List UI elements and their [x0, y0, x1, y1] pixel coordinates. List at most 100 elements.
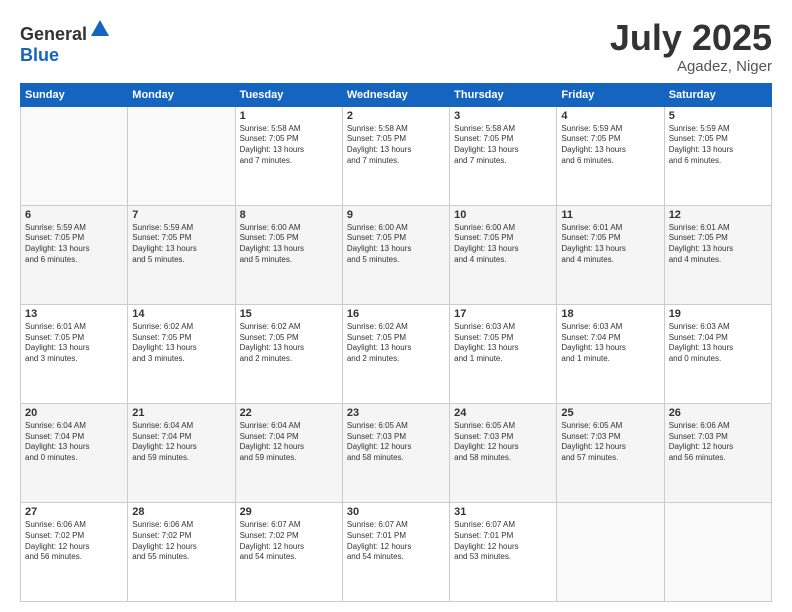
cell-text: Sunrise: 6:01 AM Sunset: 7:05 PM Dayligh… [561, 223, 659, 266]
calendar-table: Sunday Monday Tuesday Wednesday Thursday… [20, 83, 772, 602]
table-row: 4 Sunrise: 5:59 AM Sunset: 7:05 PM Daylig… [557, 106, 664, 205]
table-row: 27 Sunrise: 6:06 AM Sunset: 7:02 PM Dayli… [21, 502, 128, 601]
col-tuesday: Tuesday [235, 83, 342, 106]
day-number: 2 [347, 110, 445, 122]
cell-text: Sunrise: 6:00 AM Sunset: 7:05 PM Dayligh… [240, 223, 338, 266]
cell-text: Sunrise: 6:02 AM Sunset: 7:05 PM Dayligh… [240, 322, 338, 365]
table-row: 24 Sunrise: 6:05 AM Sunset: 7:03 PM Dayli… [450, 403, 557, 502]
cell-text: Sunrise: 5:58 AM Sunset: 7:05 PM Dayligh… [240, 124, 338, 167]
day-number: 27 [25, 506, 123, 518]
calendar-header-row: Sunday Monday Tuesday Wednesday Thursday… [21, 83, 772, 106]
table-row: 8Sunrise: 6:00 AM Sunset: 7:05 PM Daylig… [235, 205, 342, 304]
cell-text: Sunrise: 6:04 AM Sunset: 7:04 PM Dayligh… [25, 421, 123, 464]
table-row: 28 Sunrise: 6:06 AM Sunset: 7:02 PM Dayli… [128, 502, 235, 601]
table-row [664, 502, 771, 601]
cell-text: Sunrise: 6:04 AM Sunset: 7:04 PM Dayligh… [240, 421, 338, 464]
day-number: 14 [132, 308, 230, 320]
day-number: 22 [240, 407, 338, 419]
day-number: 7 [132, 209, 230, 221]
title-block: July 2025 Agadez, Niger [610, 18, 772, 75]
table-row: 31 Sunrise: 6:07 AM Sunset: 7:01 PM Dayli… [450, 502, 557, 601]
day-number: 30 [347, 506, 445, 518]
table-row: 16Sunrise: 6:02 AM Sunset: 7:05 PM Dayli… [342, 304, 449, 403]
table-row: 19Sunrise: 6:03 AM Sunset: 7:04 PM Dayli… [664, 304, 771, 403]
cell-text: Sunrise: 6:06 AM Sunset: 7:03 PM Dayligh… [669, 421, 767, 464]
cell-text: Sunrise: 6:05 AM Sunset: 7:03 PM Dayligh… [454, 421, 552, 464]
table-row [21, 106, 128, 205]
col-friday: Friday [557, 83, 664, 106]
day-number: 15 [240, 308, 338, 320]
col-wednesday: Wednesday [342, 83, 449, 106]
day-number: 18 [561, 308, 659, 320]
table-row: 7 Sunrise: 5:59 AM Sunset: 7:05 PM Daylig… [128, 205, 235, 304]
cell-text: Sunrise: 5:59 AM Sunset: 7:05 PM Dayligh… [132, 223, 230, 266]
header: General Blue July 2025 Agadez, Niger [20, 18, 772, 75]
col-saturday: Saturday [664, 83, 771, 106]
table-row: 2Sunrise: 5:58 AM Sunset: 7:05 PM Daylig… [342, 106, 449, 205]
cell-text: Sunrise: 5:59 AM Sunset: 7:05 PM Dayligh… [561, 124, 659, 167]
cell-text: Sunrise: 6:05 AM Sunset: 7:03 PM Dayligh… [561, 421, 659, 464]
table-row: 15 Sunrise: 6:02 AM Sunset: 7:05 PM Dayli… [235, 304, 342, 403]
table-row: 25 Sunrise: 6:05 AM Sunset: 7:03 PM Dayli… [557, 403, 664, 502]
day-number: 29 [240, 506, 338, 518]
table-row: 9 Sunrise: 6:00 AM Sunset: 7:05 PM Daylig… [342, 205, 449, 304]
table-row [557, 502, 664, 601]
cell-text: Sunrise: 6:03 AM Sunset: 7:05 PM Dayligh… [454, 322, 552, 365]
table-row: 23Sunrise: 6:05 AM Sunset: 7:03 PM Dayli… [342, 403, 449, 502]
table-row: 17Sunrise: 6:03 AM Sunset: 7:05 PM Dayli… [450, 304, 557, 403]
calendar-week-row: 13 Sunrise: 6:01 AM Sunset: 7:05 PM Dayli… [21, 304, 772, 403]
day-number: 12 [669, 209, 767, 221]
month-title: July 2025 [610, 18, 772, 58]
logo: General Blue [20, 18, 111, 66]
cell-text: Sunrise: 6:06 AM Sunset: 7:02 PM Dayligh… [132, 520, 230, 563]
day-number: 31 [454, 506, 552, 518]
day-number: 4 [561, 110, 659, 122]
day-number: 21 [132, 407, 230, 419]
cell-text: Sunrise: 6:00 AM Sunset: 7:05 PM Dayligh… [347, 223, 445, 266]
table-row: 30 Sunrise: 6:07 AM Sunset: 7:01 PM Dayli… [342, 502, 449, 601]
calendar-week-row: 20Sunrise: 6:04 AM Sunset: 7:04 PM Dayli… [21, 403, 772, 502]
cell-text: Sunrise: 6:02 AM Sunset: 7:05 PM Dayligh… [132, 322, 230, 365]
cell-text: Sunrise: 6:07 AM Sunset: 7:01 PM Dayligh… [454, 520, 552, 563]
cell-text: Sunrise: 6:07 AM Sunset: 7:01 PM Dayligh… [347, 520, 445, 563]
logo-general: General [20, 24, 87, 44]
day-number: 25 [561, 407, 659, 419]
day-number: 24 [454, 407, 552, 419]
table-row: 21 Sunrise: 6:04 AM Sunset: 7:04 PM Dayli… [128, 403, 235, 502]
cell-text: Sunrise: 6:02 AM Sunset: 7:05 PM Dayligh… [347, 322, 445, 365]
calendar-week-row: 6 Sunrise: 5:59 AM Sunset: 7:05 PM Daylig… [21, 205, 772, 304]
table-row [128, 106, 235, 205]
cell-text: Sunrise: 6:03 AM Sunset: 7:04 PM Dayligh… [561, 322, 659, 365]
cell-text: Sunrise: 6:07 AM Sunset: 7:02 PM Dayligh… [240, 520, 338, 563]
table-row: 18 Sunrise: 6:03 AM Sunset: 7:04 PM Dayli… [557, 304, 664, 403]
calendar-week-row: 27 Sunrise: 6:06 AM Sunset: 7:02 PM Dayli… [21, 502, 772, 601]
col-sunday: Sunday [21, 83, 128, 106]
table-row: 6 Sunrise: 5:59 AM Sunset: 7:05 PM Daylig… [21, 205, 128, 304]
day-number: 6 [25, 209, 123, 221]
table-row: 29 Sunrise: 6:07 AM Sunset: 7:02 PM Dayli… [235, 502, 342, 601]
day-number: 5 [669, 110, 767, 122]
cell-text: Sunrise: 5:59 AM Sunset: 7:05 PM Dayligh… [25, 223, 123, 266]
day-number: 10 [454, 209, 552, 221]
day-number: 19 [669, 308, 767, 320]
table-row: 10Sunrise: 6:00 AM Sunset: 7:05 PM Dayli… [450, 205, 557, 304]
table-row: 13 Sunrise: 6:01 AM Sunset: 7:05 PM Dayli… [21, 304, 128, 403]
cell-text: Sunrise: 6:01 AM Sunset: 7:05 PM Dayligh… [25, 322, 123, 365]
cell-text: Sunrise: 6:01 AM Sunset: 7:05 PM Dayligh… [669, 223, 767, 266]
cell-text: Sunrise: 6:04 AM Sunset: 7:04 PM Dayligh… [132, 421, 230, 464]
table-row: 11Sunrise: 6:01 AM Sunset: 7:05 PM Dayli… [557, 205, 664, 304]
location: Agadez, Niger [610, 58, 772, 75]
col-monday: Monday [128, 83, 235, 106]
day-number: 9 [347, 209, 445, 221]
cell-text: Sunrise: 6:06 AM Sunset: 7:02 PM Dayligh… [25, 520, 123, 563]
day-number: 1 [240, 110, 338, 122]
cell-text: Sunrise: 5:59 AM Sunset: 7:05 PM Dayligh… [669, 124, 767, 167]
table-row: 12 Sunrise: 6:01 AM Sunset: 7:05 PM Dayli… [664, 205, 771, 304]
day-number: 23 [347, 407, 445, 419]
day-number: 3 [454, 110, 552, 122]
table-row: 3Sunrise: 5:58 AM Sunset: 7:05 PM Daylig… [450, 106, 557, 205]
logo-blue: Blue [20, 45, 59, 65]
day-number: 28 [132, 506, 230, 518]
day-number: 13 [25, 308, 123, 320]
table-row: 26Sunrise: 6:06 AM Sunset: 7:03 PM Dayli… [664, 403, 771, 502]
